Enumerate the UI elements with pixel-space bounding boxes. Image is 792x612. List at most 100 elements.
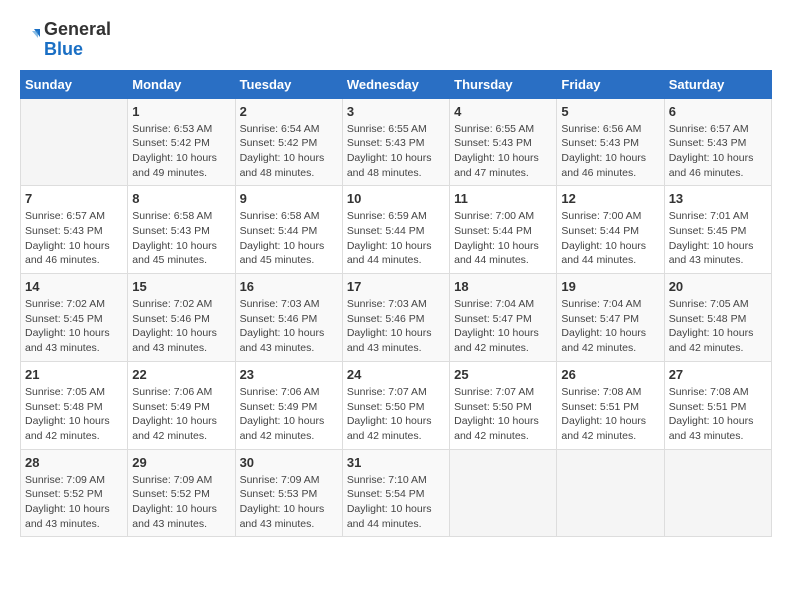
- day-info: Sunrise: 7:06 AMSunset: 5:49 PMDaylight:…: [240, 385, 338, 444]
- calendar-cell: 4 Sunrise: 6:55 AMSunset: 5:43 PMDaylight…: [450, 98, 557, 186]
- week-row-2: 7 Sunrise: 6:57 AMSunset: 5:43 PMDaylight…: [21, 186, 772, 274]
- calendar-cell: 17 Sunrise: 7:03 AMSunset: 5:46 PMDayligh…: [342, 274, 449, 362]
- calendar-cell: 29Sunrise: 7:09 AMSunset: 5:52 PMDayligh…: [128, 449, 235, 537]
- calendar-cell: 5 Sunrise: 6:56 AMSunset: 5:43 PMDaylight…: [557, 98, 664, 186]
- day-info: Sunrise: 7:03 AMSunset: 5:46 PMDaylight:…: [347, 297, 445, 356]
- day-number: 10: [347, 191, 445, 206]
- day-number: 15: [132, 279, 230, 294]
- logo-container: General Blue: [20, 20, 111, 60]
- day-number: 20: [669, 279, 767, 294]
- logo-text-general: General: [44, 20, 111, 40]
- calendar-cell: 10 Sunrise: 6:59 AMSunset: 5:44 PMDayligh…: [342, 186, 449, 274]
- day-number: 21: [25, 367, 123, 382]
- day-number: 18: [454, 279, 552, 294]
- day-info: Sunrise: 7:09 AMSunset: 5:53 PMDaylight:…: [240, 473, 338, 532]
- calendar-cell: 14 Sunrise: 7:02 AMSunset: 5:45 PMDayligh…: [21, 274, 128, 362]
- calendar-cell: [21, 98, 128, 186]
- calendar-cell: 15Sunrise: 7:02 AMSunset: 5:46 PMDayligh…: [128, 274, 235, 362]
- calendar-cell: 23 Sunrise: 7:06 AMSunset: 5:49 PMDayligh…: [235, 361, 342, 449]
- calendar-cell: 22 Sunrise: 7:06 AMSunset: 5:49 PMDayligh…: [128, 361, 235, 449]
- day-number: 16: [240, 279, 338, 294]
- day-info: Sunrise: 7:10 AMSunset: 5:54 PMDaylight:…: [347, 473, 445, 532]
- day-number: 6: [669, 104, 767, 119]
- logo-text-blue: Blue: [44, 40, 111, 60]
- calendar-cell: 2Sunrise: 6:54 AMSunset: 5:42 PMDaylight…: [235, 98, 342, 186]
- day-info: Sunrise: 7:04 AMSunset: 5:47 PMDaylight:…: [561, 297, 659, 356]
- day-number: 5: [561, 104, 659, 119]
- weekday-header-monday: Monday: [128, 70, 235, 98]
- calendar-cell: 18 Sunrise: 7:04 AMSunset: 5:47 PMDayligh…: [450, 274, 557, 362]
- day-number: 8: [132, 191, 230, 206]
- day-number: 22: [132, 367, 230, 382]
- weekday-header-sunday: Sunday: [21, 70, 128, 98]
- calendar-cell: 16Sunrise: 7:03 AMSunset: 5:46 PMDayligh…: [235, 274, 342, 362]
- week-row-3: 14 Sunrise: 7:02 AMSunset: 5:45 PMDayligh…: [21, 274, 772, 362]
- calendar-cell: 9Sunrise: 6:58 AMSunset: 5:44 PMDaylight…: [235, 186, 342, 274]
- calendar-cell: 30Sunrise: 7:09 AMSunset: 5:53 PMDayligh…: [235, 449, 342, 537]
- calendar-cell: 20 Sunrise: 7:05 AMSunset: 5:48 PMDayligh…: [664, 274, 771, 362]
- calendar-cell: 27Sunrise: 7:08 AMSunset: 5:51 PMDayligh…: [664, 361, 771, 449]
- day-number: 13: [669, 191, 767, 206]
- weekday-header-saturday: Saturday: [664, 70, 771, 98]
- day-info: Sunrise: 7:09 AMSunset: 5:52 PMDaylight:…: [25, 473, 123, 532]
- page-header: General Blue: [20, 20, 772, 60]
- day-info: Sunrise: 7:04 AMSunset: 5:47 PMDaylight:…: [454, 297, 552, 356]
- day-info: Sunrise: 6:55 AMSunset: 5:43 PMDaylight:…: [347, 122, 445, 181]
- day-number: 4: [454, 104, 552, 119]
- weekday-header-wednesday: Wednesday: [342, 70, 449, 98]
- day-number: 3: [347, 104, 445, 119]
- week-row-1: 1Sunrise: 6:53 AMSunset: 5:42 PMDaylight…: [21, 98, 772, 186]
- day-number: 12: [561, 191, 659, 206]
- day-info: Sunrise: 6:57 AMSunset: 5:43 PMDaylight:…: [25, 209, 123, 268]
- day-info: Sunrise: 6:55 AMSunset: 5:43 PMDaylight:…: [454, 122, 552, 181]
- calendar-cell: 19 Sunrise: 7:04 AMSunset: 5:47 PMDayligh…: [557, 274, 664, 362]
- calendar-cell: 25 Sunrise: 7:07 AMSunset: 5:50 PMDayligh…: [450, 361, 557, 449]
- day-number: 19: [561, 279, 659, 294]
- calendar-cell: 21 Sunrise: 7:05 AMSunset: 5:48 PMDayligh…: [21, 361, 128, 449]
- calendar-cell: 31 Sunrise: 7:10 AMSunset: 5:54 PMDayligh…: [342, 449, 449, 537]
- week-row-5: 28 Sunrise: 7:09 AMSunset: 5:52 PMDayligh…: [21, 449, 772, 537]
- day-number: 2: [240, 104, 338, 119]
- calendar-cell: [557, 449, 664, 537]
- logo: General Blue: [20, 20, 111, 60]
- day-number: 25: [454, 367, 552, 382]
- day-number: 27: [669, 367, 767, 382]
- day-info: Sunrise: 7:05 AMSunset: 5:48 PMDaylight:…: [669, 297, 767, 356]
- day-info: Sunrise: 7:07 AMSunset: 5:50 PMDaylight:…: [347, 385, 445, 444]
- calendar-cell: [664, 449, 771, 537]
- day-number: 31: [347, 455, 445, 470]
- calendar-cell: 3 Sunrise: 6:55 AMSunset: 5:43 PMDaylight…: [342, 98, 449, 186]
- calendar-cell: 11Sunrise: 7:00 AMSunset: 5:44 PMDayligh…: [450, 186, 557, 274]
- day-info: Sunrise: 7:09 AMSunset: 5:52 PMDaylight:…: [132, 473, 230, 532]
- calendar-body: 1Sunrise: 6:53 AMSunset: 5:42 PMDaylight…: [21, 98, 772, 537]
- day-number: 26: [561, 367, 659, 382]
- day-number: 24: [347, 367, 445, 382]
- day-info: Sunrise: 6:53 AMSunset: 5:42 PMDaylight:…: [132, 122, 230, 181]
- calendar-cell: 12 Sunrise: 7:00 AMSunset: 5:44 PMDayligh…: [557, 186, 664, 274]
- day-number: 23: [240, 367, 338, 382]
- weekday-row: SundayMondayTuesdayWednesdayThursdayFrid…: [21, 70, 772, 98]
- day-info: Sunrise: 7:01 AMSunset: 5:45 PMDaylight:…: [669, 209, 767, 268]
- day-info: Sunrise: 6:56 AMSunset: 5:43 PMDaylight:…: [561, 122, 659, 181]
- calendar-cell: 13 Sunrise: 7:01 AMSunset: 5:45 PMDayligh…: [664, 186, 771, 274]
- day-number: 17: [347, 279, 445, 294]
- day-info: Sunrise: 7:06 AMSunset: 5:49 PMDaylight:…: [132, 385, 230, 444]
- day-info: Sunrise: 6:58 AMSunset: 5:43 PMDaylight:…: [132, 209, 230, 268]
- day-number: 14: [25, 279, 123, 294]
- calendar-cell: 24 Sunrise: 7:07 AMSunset: 5:50 PMDayligh…: [342, 361, 449, 449]
- weekday-header-thursday: Thursday: [450, 70, 557, 98]
- day-info: Sunrise: 7:00 AMSunset: 5:44 PMDaylight:…: [561, 209, 659, 268]
- calendar-cell: 7 Sunrise: 6:57 AMSunset: 5:43 PMDaylight…: [21, 186, 128, 274]
- day-info: Sunrise: 7:07 AMSunset: 5:50 PMDaylight:…: [454, 385, 552, 444]
- day-info: Sunrise: 7:00 AMSunset: 5:44 PMDaylight:…: [454, 209, 552, 268]
- day-info: Sunrise: 6:59 AMSunset: 5:44 PMDaylight:…: [347, 209, 445, 268]
- calendar-cell: [450, 449, 557, 537]
- day-info: Sunrise: 7:02 AMSunset: 5:45 PMDaylight:…: [25, 297, 123, 356]
- weekday-header-tuesday: Tuesday: [235, 70, 342, 98]
- calendar-cell: 28 Sunrise: 7:09 AMSunset: 5:52 PMDayligh…: [21, 449, 128, 537]
- day-number: 7: [25, 191, 123, 206]
- day-number: 28: [25, 455, 123, 470]
- calendar-cell: 26Sunrise: 7:08 AMSunset: 5:51 PMDayligh…: [557, 361, 664, 449]
- calendar-cell: 6Sunrise: 6:57 AMSunset: 5:43 PMDaylight…: [664, 98, 771, 186]
- day-info: Sunrise: 7:05 AMSunset: 5:48 PMDaylight:…: [25, 385, 123, 444]
